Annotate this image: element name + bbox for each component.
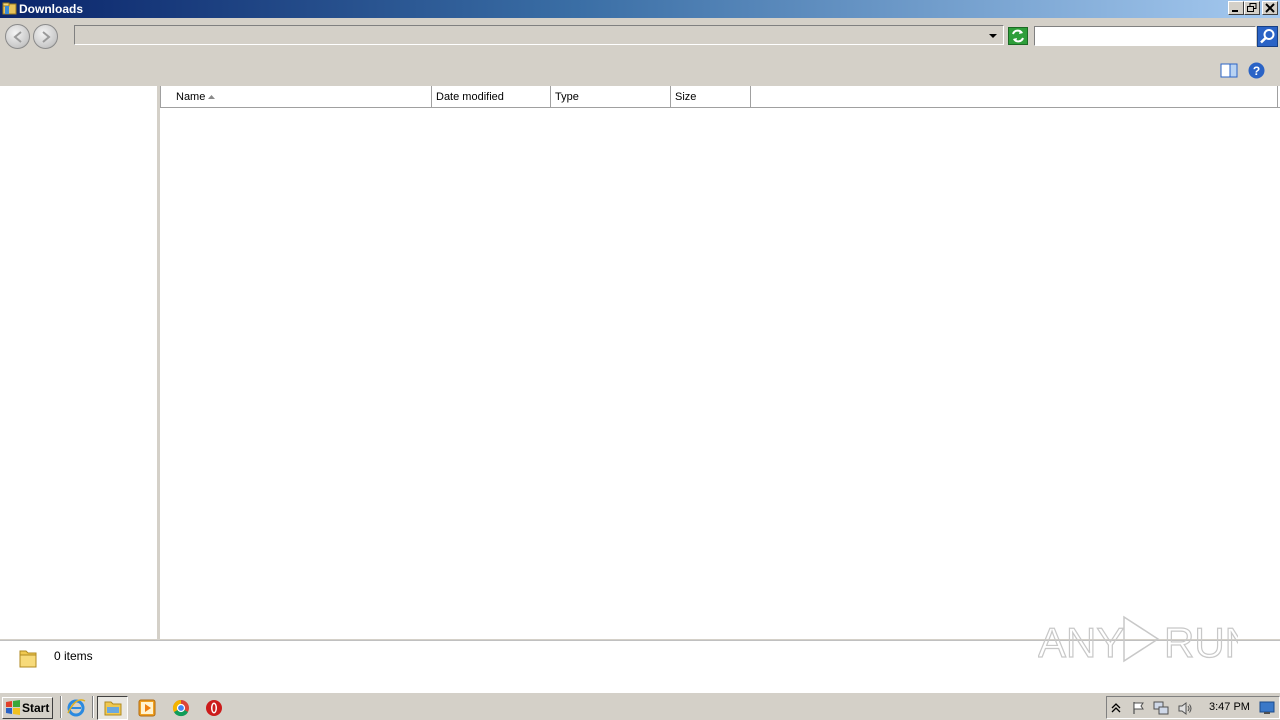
window-title: Downloads bbox=[19, 2, 84, 16]
refresh-icon[interactable] bbox=[1008, 27, 1028, 45]
command-bar bbox=[0, 55, 1280, 86]
column-header-label: Size bbox=[675, 91, 697, 103]
taskbar: Start 3:47 PM bbox=[0, 692, 1280, 720]
help-icon[interactable]: ? bbox=[1248, 62, 1265, 79]
quick-launch-separator bbox=[60, 696, 62, 718]
search-icon[interactable] bbox=[1257, 26, 1278, 47]
network-icon[interactable] bbox=[1153, 701, 1169, 716]
media-player-icon[interactable] bbox=[137, 698, 157, 718]
column-header-filler bbox=[751, 86, 1278, 108]
item-count: 0 items bbox=[54, 649, 93, 663]
column-header-label: Name bbox=[176, 91, 206, 103]
close-icon bbox=[1265, 3, 1275, 13]
volume-icon[interactable] bbox=[1177, 701, 1193, 716]
file-list[interactable]: Name Date modified Type Size bbox=[160, 86, 1280, 639]
windows-explorer-icon bbox=[104, 701, 122, 716]
internet-explorer-icon[interactable] bbox=[66, 698, 86, 718]
forward-button[interactable] bbox=[33, 24, 58, 49]
clock[interactable]: 3:47 PM bbox=[1209, 701, 1250, 713]
start-button[interactable]: Start bbox=[2, 697, 53, 719]
watermark-logo: ANY RUN bbox=[1037, 615, 1256, 667]
navigation-pane[interactable] bbox=[0, 86, 157, 639]
column-header-type[interactable]: Type bbox=[551, 86, 671, 108]
restore-icon bbox=[1247, 3, 1257, 12]
show-desktop-icon[interactable] bbox=[1259, 701, 1275, 715]
notification-area: 3:47 PM bbox=[1106, 696, 1280, 719]
address-field[interactable] bbox=[74, 25, 1004, 45]
taskbar-explorer-button[interactable] bbox=[97, 696, 128, 720]
back-button[interactable] bbox=[5, 24, 30, 49]
column-header-name[interactable]: Name bbox=[160, 86, 432, 108]
back-arrow-icon bbox=[13, 31, 22, 43]
column-header-label: Date modified bbox=[436, 91, 504, 103]
address-toolbar bbox=[0, 18, 1280, 55]
column-header-row: Name Date modified Type Size bbox=[160, 86, 1280, 108]
column-header-size[interactable]: Size bbox=[671, 86, 751, 108]
folder-icon bbox=[19, 650, 37, 668]
column-header-label: Type bbox=[555, 91, 579, 103]
title-bar[interactable]: Downloads bbox=[0, 0, 1280, 18]
folder-icon bbox=[2, 2, 17, 15]
sort-ascending-icon bbox=[208, 95, 215, 99]
start-label: Start bbox=[22, 701, 50, 715]
preview-pane-icon[interactable] bbox=[1220, 63, 1238, 78]
windows-logo-icon bbox=[6, 700, 20, 715]
search-input[interactable] bbox=[1034, 26, 1256, 46]
svg-text:?: ? bbox=[1253, 64, 1260, 78]
chrome-icon[interactable] bbox=[171, 698, 191, 718]
close-button[interactable] bbox=[1262, 1, 1278, 15]
column-header-date-modified[interactable]: Date modified bbox=[432, 86, 551, 108]
minimize-icon bbox=[1232, 10, 1238, 12]
show-hidden-icons-icon[interactable] bbox=[1111, 702, 1121, 714]
restore-button[interactable] bbox=[1244, 1, 1260, 15]
opera-icon[interactable] bbox=[204, 698, 224, 718]
chevron-down-icon[interactable] bbox=[988, 32, 998, 40]
svg-text:ANY: ANY bbox=[1038, 619, 1124, 666]
anyrun-watermark: ANY RUN bbox=[1037, 609, 1256, 669]
forward-arrow-icon bbox=[42, 31, 51, 43]
svg-text:RUN: RUN bbox=[1164, 619, 1238, 666]
quick-launch-separator bbox=[92, 696, 94, 718]
action-center-flag-icon[interactable] bbox=[1131, 701, 1145, 715]
details-pane: 0 items ANY RUN bbox=[0, 615, 1280, 692]
minimize-button[interactable] bbox=[1228, 1, 1244, 15]
